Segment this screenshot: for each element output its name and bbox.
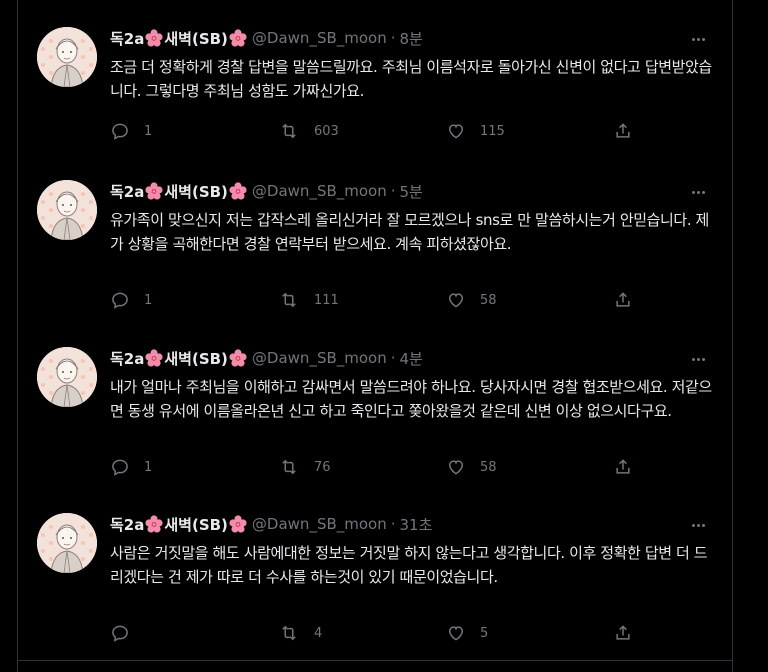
tweet-header: 독2a 새벽(SB) @Dawn_SB_moon · 31초: [110, 512, 432, 536]
retweet-icon: [282, 123, 296, 139]
display-name-prefix[interactable]: 독2a: [110, 514, 144, 535]
tweet-text: 조금 더 정확하게 경찰 답변을 말씀드릴까요. 주최님 이름석자로 돌아가신 …: [110, 58, 712, 100]
retweet-count: 76: [314, 459, 331, 475]
user-handle[interactable]: @Dawn_SB_moon: [252, 515, 387, 533]
like-button[interactable]: 58: [446, 288, 497, 312]
retweet-count: 603: [314, 123, 339, 139]
display-name-middle[interactable]: 새벽(SB): [164, 181, 228, 202]
retweet-icon: [282, 292, 296, 308]
retweet-icon: [282, 459, 296, 475]
separator-dot: ·: [390, 29, 396, 47]
avatar[interactable]: [37, 27, 97, 87]
hibiscus-icon: [145, 29, 163, 47]
avatar[interactable]: [37, 347, 97, 407]
tweet[interactable]: 독2a 새벽(SB) @Dawn_SB_moon · 31초 사람은 거짓말을 …: [18, 501, 732, 669]
hibiscus-icon: [229, 182, 247, 200]
separator-dot: ·: [390, 515, 396, 533]
like-count: 5: [480, 625, 489, 641]
share-button[interactable]: [613, 455, 633, 479]
display-name-middle[interactable]: 새벽(SB): [164, 348, 228, 369]
separator-dot: ·: [390, 182, 396, 200]
retweet-count: 4: [314, 625, 323, 641]
share-button[interactable]: [613, 288, 633, 312]
hibiscus-icon: [145, 182, 163, 200]
hibiscus-icon: [145, 515, 163, 533]
tweet-header: 독2a 새벽(SB) @Dawn_SB_moon · 4분: [110, 346, 423, 370]
heart-icon: [448, 460, 464, 475]
reply-count: 1: [144, 459, 153, 475]
timestamp[interactable]: 4분: [400, 348, 423, 369]
retweet-button[interactable]: 111: [278, 288, 339, 312]
tweet-header: 독2a 새벽(SB) @Dawn_SB_moon · 8분: [110, 26, 423, 50]
reply-button[interactable]: 1: [110, 288, 152, 312]
avatar[interactable]: [37, 513, 97, 573]
display-name-prefix[interactable]: 독2a: [110, 181, 144, 202]
user-handle[interactable]: @Dawn_SB_moon: [252, 29, 387, 47]
reply-count: 1: [144, 292, 153, 308]
more-options-icon[interactable]: [688, 515, 708, 535]
like-count: 58: [480, 292, 497, 308]
hibiscus-icon: [229, 349, 247, 367]
display-name-middle[interactable]: 새벽(SB): [164, 514, 228, 535]
hibiscus-icon: [145, 349, 163, 367]
retweet-button[interactable]: 4: [278, 621, 322, 645]
display-name-prefix[interactable]: 독2a: [110, 28, 144, 49]
reply-icon: [112, 459, 128, 476]
tweet-text: 유가족이 맞으신지 저는 갑작스레 올리신거라 잘 모르겠으나 sns로 만 말…: [110, 211, 709, 253]
retweet-count: 111: [314, 292, 339, 308]
tweet-actions: 4 5: [110, 621, 650, 645]
separator-dot: ·: [390, 349, 396, 367]
share-button[interactable]: [613, 621, 633, 645]
heart-icon: [448, 124, 464, 139]
timestamp[interactable]: 8분: [400, 28, 423, 49]
more-options-icon[interactable]: [688, 182, 708, 202]
more-options-icon[interactable]: [688, 349, 708, 369]
like-button[interactable]: 115: [446, 119, 505, 143]
tweet[interactable]: 독2a 새벽(SB) @Dawn_SB_moon · 5분 유가족이 맞으신지 …: [18, 168, 732, 336]
heart-icon: [448, 293, 464, 308]
user-handle[interactable]: @Dawn_SB_moon: [252, 349, 387, 367]
hibiscus-icon: [229, 515, 247, 533]
avatar[interactable]: [37, 180, 97, 240]
tweet-actions: 1 603 115: [110, 119, 650, 143]
thread-bottom-divider: [18, 660, 732, 661]
display-name-middle[interactable]: 새벽(SB): [164, 28, 228, 49]
share-icon: [616, 123, 630, 138]
tweet-actions: 1 76 58: [110, 455, 650, 479]
share-icon: [616, 625, 630, 640]
tweet-header: 독2a 새벽(SB) @Dawn_SB_moon · 5분: [110, 179, 423, 203]
reply-button[interactable]: 1: [110, 119, 152, 143]
timestamp[interactable]: 5분: [400, 181, 423, 202]
more-options-icon[interactable]: [688, 29, 708, 49]
like-button[interactable]: 58: [446, 455, 497, 479]
share-icon: [616, 292, 630, 307]
tweet[interactable]: 독2a 새벽(SB) @Dawn_SB_moon · 4분 내가 얼마나 주최님…: [18, 335, 732, 503]
reply-icon: [112, 625, 128, 642]
retweet-icon: [282, 625, 296, 641]
reply-icon: [112, 123, 128, 140]
like-button[interactable]: 5: [446, 621, 488, 645]
tweet-thread: 독2a 새벽(SB) @Dawn_SB_moon · 8분 조금 더 정확하게 …: [17, 0, 733, 672]
reply-count: 1: [144, 123, 153, 139]
reply-button[interactable]: [110, 621, 144, 645]
tweet-text: 내가 얼마나 주최님을 이해하고 감싸면서 말씀드려야 하나요. 당사자시면 경…: [110, 378, 712, 420]
reply-button[interactable]: 1: [110, 455, 152, 479]
tweet-actions: 1 111 58: [110, 288, 650, 312]
tweet[interactable]: 독2a 새벽(SB) @Dawn_SB_moon · 8분 조금 더 정확하게 …: [18, 15, 732, 183]
retweet-button[interactable]: 603: [278, 119, 339, 143]
tweet-text: 사람은 거짓말을 해도 사람에대한 정보는 거짓말 하지 않는다고 생각합니다.…: [110, 544, 708, 586]
timestamp[interactable]: 31초: [400, 514, 433, 535]
share-button[interactable]: [613, 119, 633, 143]
retweet-button[interactable]: 76: [278, 455, 331, 479]
like-count: 115: [480, 123, 505, 139]
share-icon: [616, 459, 630, 474]
display-name-prefix[interactable]: 독2a: [110, 348, 144, 369]
user-handle[interactable]: @Dawn_SB_moon: [252, 182, 387, 200]
like-count: 58: [480, 459, 497, 475]
hibiscus-icon: [229, 29, 247, 47]
heart-icon: [448, 626, 464, 641]
reply-icon: [112, 292, 128, 309]
